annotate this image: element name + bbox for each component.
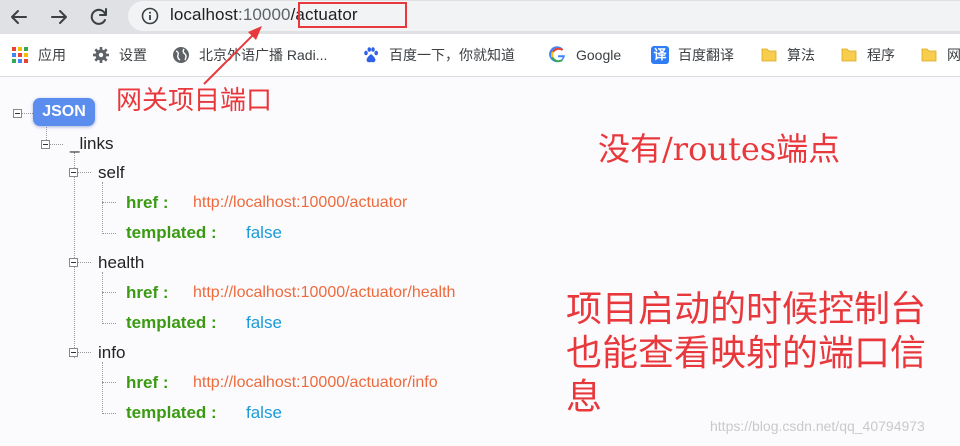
bookmark-label: 百度一下，你就知道: [389, 47, 515, 63]
site-info-icon[interactable]: [140, 6, 160, 26]
tree-connector: [49, 144, 63, 145]
reload-icon: [90, 8, 107, 25]
no-routes-note: 没有/routes端点: [598, 130, 841, 168]
baidu-paw-icon: [364, 47, 378, 63]
bookmark-label: 算法: [787, 47, 815, 63]
self-href-link[interactable]: http://localhost:10000/actuator: [193, 194, 407, 212]
collapse-toggle-health[interactable]: [69, 258, 78, 267]
url-highlight-box: [298, 2, 407, 28]
info-href-link[interactable]: http://localhost:10000/actuator/info: [193, 374, 438, 392]
tree-connector: [77, 262, 91, 263]
watermark: https://blog.csdn.net/qq_40794973: [710, 418, 925, 434]
bookmark-apps[interactable]: 应用: [11, 45, 66, 65]
templated-key: templated :: [126, 403, 217, 422]
tree-connector: [77, 172, 91, 173]
gear-icon: [93, 47, 109, 63]
href-key: href :: [126, 373, 169, 392]
bookmark-label: 网: [947, 47, 960, 63]
tree-connector: [102, 292, 116, 293]
folder-icon: [841, 48, 857, 62]
translate-icon: 译: [651, 46, 669, 64]
reload-button[interactable]: [85, 3, 113, 31]
tree-connector: [21, 113, 33, 114]
forward-button[interactable]: [45, 3, 73, 31]
bookmark-baidu[interactable]: 百度一下，你就知道: [362, 45, 515, 65]
tree-connector: [102, 233, 116, 234]
browser-toolbar: localhost:10000/actuator: [0, 0, 960, 34]
json-root-badge[interactable]: JSON: [33, 98, 95, 126]
gateway-port-note: 网关项目端口: [116, 86, 273, 116]
bookmark-label: 程序: [867, 47, 895, 63]
folder-icon: [921, 48, 937, 62]
console-note-line1: 项目启动的时候控制台: [566, 289, 927, 330]
bookmark-baidu-translate[interactable]: 译 百度翻译: [651, 45, 734, 65]
folder-icon: [761, 48, 777, 62]
tree-connector: [74, 152, 75, 358]
templated-value: false: [246, 223, 282, 242]
tree-connector: [102, 272, 103, 324]
bookmark-label: 设置: [119, 47, 147, 63]
tree-connector: [102, 202, 116, 203]
href-key: href :: [126, 193, 169, 212]
console-note-line2: 也能查看映射的端口信: [566, 333, 927, 374]
links-node-label[interactable]: _links: [70, 134, 113, 154]
tree-connector: [102, 413, 116, 414]
bookmarks-bar: 应用 设置 北京外语广播 Radi... 百度一下，你就知道 Google 译 …: [0, 34, 960, 77]
health-node-label[interactable]: health: [98, 253, 144, 273]
bookmark-programs[interactable]: 程序: [840, 45, 895, 65]
bookmark-settings[interactable]: 设置: [92, 45, 147, 65]
tree-connector: [77, 352, 91, 353]
forward-arrow-icon: [51, 10, 67, 24]
console-note-line3: 息: [566, 377, 603, 418]
tree-connector: [102, 182, 103, 234]
collapse-toggle-self[interactable]: [69, 168, 78, 177]
templated-key: templated :: [126, 223, 217, 242]
health-href-link[interactable]: http://localhost:10000/actuator/health: [193, 284, 455, 302]
bookmark-label: Google: [576, 47, 622, 63]
self-node-label[interactable]: self: [98, 163, 124, 183]
back-arrow-icon: [11, 10, 27, 24]
back-button[interactable]: [5, 3, 33, 31]
collapse-toggle-root[interactable]: [13, 109, 22, 118]
collapse-toggle-links[interactable]: [41, 140, 50, 149]
bookmark-google[interactable]: Google: [549, 45, 621, 65]
bookmark-label: 百度翻译: [678, 47, 734, 63]
collapse-toggle-info[interactable]: [69, 348, 78, 357]
globe-icon: [173, 47, 189, 63]
templated-value: false: [246, 403, 282, 422]
tree-connector: [102, 323, 116, 324]
tree-connector: [102, 362, 103, 414]
templated-value: false: [246, 313, 282, 332]
bookmark-algorithms[interactable]: 算法: [760, 45, 815, 65]
templated-key: templated :: [126, 313, 217, 332]
apps-grid-icon: [12, 47, 28, 63]
info-node-label[interactable]: info: [98, 343, 125, 363]
tree-connector: [102, 382, 116, 383]
google-g-icon: [549, 46, 565, 63]
bookmark-label: 应用: [38, 47, 66, 63]
bookmark-web[interactable]: 网: [920, 45, 960, 65]
href-key: href :: [126, 283, 169, 302]
